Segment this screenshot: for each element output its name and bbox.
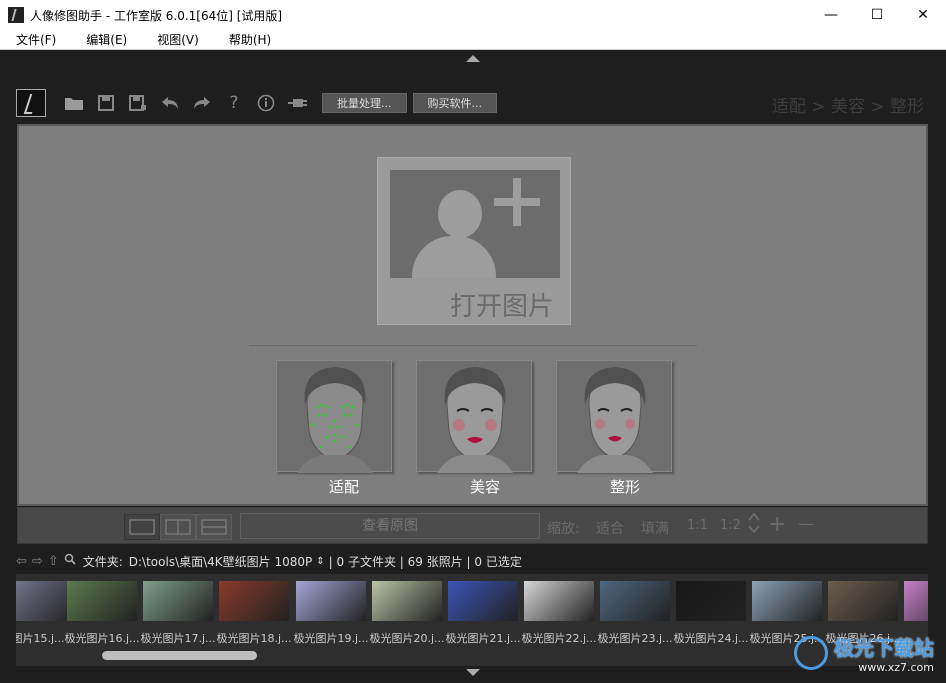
thumbnail-image[interactable] [600,581,670,621]
thumbnail-image[interactable] [219,581,289,621]
toolbar: ? 批量处理... 购买软件... [16,88,497,118]
thumbnail-image[interactable] [828,581,898,621]
status-bar: 查看原图 缩放: 适合 填满 1:1 1:2 + — [17,507,928,544]
workflow-steps: 适配 > 美容 > 整形 [771,97,924,117]
back-arrow-icon[interactable]: ⇦ [16,554,27,569]
buy-software-button[interactable]: 购买软件... [412,93,497,113]
path-bar: ⇦ ⇨ ⇧ 文件夹: D:\tools\桌面\4K壁纸图片 1080P ⇕ | … [16,551,522,571]
maximize-button[interactable]: ☐ [854,0,900,30]
reshape-label: 整形 [609,478,640,496]
fit-face-button[interactable] [276,360,392,473]
zoom-fit-button[interactable]: 适合 [596,518,624,538]
thumbnail-label: 极光图片24.j... [673,632,749,645]
zoom-fill-button[interactable]: 填满 [641,518,669,538]
view-original-button[interactable]: 查看原图 [240,513,540,539]
window-title: 人像修图助手 - 工作室版 6.0.1[64位] [试用版] [30,8,283,23]
title-bar: 人像修图助手 - 工作室版 6.0.1[64位] [试用版] — ☐ ✕ [0,0,946,30]
thumbnail-label: 极光图片21.j... [445,632,521,645]
divider [249,345,697,346]
redo-icon[interactable] [186,91,218,115]
thumbnail-label: 极光图片17.j... [140,632,216,645]
beauty-label: 美容 [469,478,500,496]
thumbnail-image[interactable] [296,581,366,621]
beauty-face-icon [437,367,513,473]
thumbnail-image[interactable] [143,581,213,621]
zoom-out-button[interactable]: — [798,514,814,533]
save-icon[interactable] [90,91,122,115]
thumbnail-label: 极光图片20.j... [369,632,445,645]
folder-label: 文件夹: [82,554,123,569]
watermark-logo-icon [794,636,828,670]
thumbnail-image[interactable] [372,581,442,621]
zoom-1-1-button[interactable]: 1:1 [687,518,708,533]
info-icon[interactable] [250,91,282,115]
open-folder-icon[interactable] [58,91,90,115]
face-landmarks-icon [297,367,373,473]
zoom-ratio-value: 1:2 [720,518,741,533]
watermark: 极光下载站 www.xz7.com [794,632,934,674]
chevron-up-down-icon[interactable]: ⇕ [316,556,324,567]
thumbnail-label: 极光图片19.j... [293,632,369,645]
folder-path-select[interactable]: D:\tools\桌面\4K壁纸图片 1080P [129,553,312,570]
beauty-face-button[interactable] [416,360,532,473]
close-button[interactable]: ✕ [900,0,946,30]
save-as-icon[interactable] [122,91,154,115]
search-icon[interactable] [64,553,76,569]
image-canvas[interactable]: 打开图片 适配 美容 整形 [17,124,928,506]
thumbnail-image[interactable] [16,581,73,621]
thumbnail-scrollbar[interactable] [102,651,257,660]
open-image-label: 打开图片 [449,292,554,322]
collapse-up-arrow-icon[interactable] [466,55,480,62]
thumbnail-image[interactable] [904,581,928,621]
zoom-in-button[interactable]: + [768,512,786,537]
thumbnail-strip[interactable]: 图片15.j... 极光图片16.j... 极光图片17.j... 极光图片18.j.… [16,574,928,666]
watermark-title: 极光下载站 [834,636,934,660]
thumbnail-label: 极光图片18.j... [216,632,292,645]
split-vertical-view-button[interactable] [160,514,196,540]
thumbnail-label: 极光图片16.j... [64,632,140,645]
thumbnail-image[interactable] [676,581,746,621]
reshape-face-button[interactable] [556,360,672,473]
folder-info: | 0 子文件夹 | 69 张照片 | 0 已选定 [328,554,522,569]
thumbnail-image[interactable] [67,581,137,621]
app-logo-icon [8,7,24,23]
zoom-stepper-icon[interactable] [748,512,760,538]
forward-arrow-icon[interactable]: ⇨ [32,554,43,569]
zoom-label: 缩放: [547,521,580,537]
reshape-face-icon [577,367,653,473]
thumbnail-label: 极光图片23.j... [597,632,673,645]
menu-edit[interactable]: 编辑(E) [78,31,135,48]
help-icon[interactable]: ? [218,91,250,115]
thumbnail-image[interactable] [448,581,518,621]
collapse-down-arrow-icon[interactable] [466,669,480,676]
single-view-button[interactable] [124,514,160,540]
app-brand-icon [16,89,46,117]
menu-bar: 文件(F) 编辑(E) 视图(V) 帮助(H) [0,30,946,50]
menu-view[interactable]: 视图(V) [149,31,207,48]
menu-file[interactable]: 文件(F) [8,31,64,48]
plugin-icon[interactable] [282,91,314,115]
thumbnail-label: 极光图片22.j... [521,632,597,645]
thumbnail-image[interactable] [752,581,822,621]
watermark-url: www.xz7.com [858,661,934,674]
minimize-button[interactable]: — [808,0,854,30]
thumbnail-image[interactable] [524,581,594,621]
add-person-icon [390,170,560,278]
batch-process-button[interactable]: 批量处理... [322,93,407,113]
split-horizontal-view-button[interactable] [196,514,232,540]
open-image-button[interactable]: 打开图片 [377,157,571,325]
up-arrow-icon[interactable]: ⇧ [48,554,59,569]
fit-label: 适配 [328,478,359,496]
menu-help[interactable]: 帮助(H) [221,31,279,48]
undo-icon[interactable] [154,91,186,115]
